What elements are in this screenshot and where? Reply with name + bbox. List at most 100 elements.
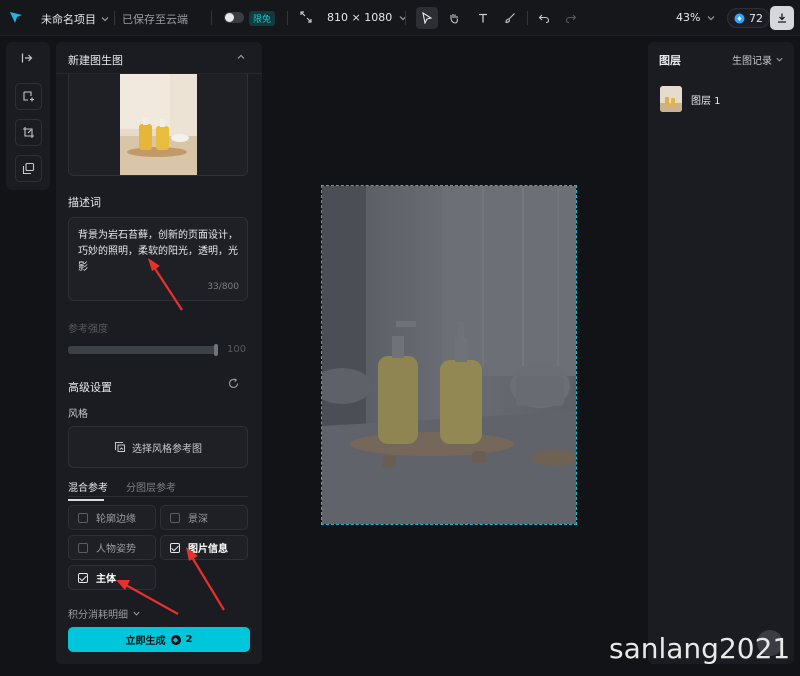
text-tool-button[interactable] [472, 7, 494, 29]
reference-image-thumbnail [120, 74, 197, 175]
option-subject[interactable]: 主体 [68, 565, 156, 590]
advanced-settings-label: 高级设置 [68, 381, 112, 394]
zoom-level: 43% [676, 11, 701, 24]
credits-count: 72 [749, 11, 763, 25]
layer-thumbnail [660, 86, 682, 112]
divider [68, 496, 248, 497]
image-select-icon [115, 442, 125, 452]
prompt-textarea[interactable]: 背景为岩石苔藓，创新的页面设计，巧妙的照明，柔软的阳光，透明，光影 33/800 [68, 217, 248, 301]
canvas-image-frame[interactable] [321, 185, 577, 525]
prompt-label: 描述词 [68, 196, 101, 209]
coin-icon [734, 13, 745, 23]
option-label: 人物姿势 [96, 544, 136, 555]
download-icon [778, 13, 786, 23]
checkbox[interactable] [170, 512, 180, 523]
brush-icon [505, 13, 515, 24]
redo-icon [565, 14, 577, 24]
redo-button[interactable] [560, 7, 582, 29]
canvas-image [322, 186, 576, 524]
cursor-arrow-icon [422, 12, 433, 24]
watermark: sanlang2021 [609, 632, 791, 665]
brush-tool-button[interactable] [499, 7, 521, 29]
reference-strength-slider[interactable] [68, 346, 218, 354]
option-label: 景深 [188, 514, 208, 525]
history-label: 生图记录 [732, 56, 772, 67]
divider [211, 11, 212, 25]
divider [114, 11, 115, 25]
option-contour-edge[interactable]: 轮廓边缘 [68, 505, 156, 530]
panel-title: 新建图生图 [68, 54, 123, 67]
generate-cost: 2 [185, 634, 193, 645]
select-style-reference-button[interactable]: 选择风格参考图 [68, 426, 248, 468]
coin-icon: ◆ [170, 634, 181, 645]
generate-button[interactable]: 立即生成 ◆ 2 [68, 627, 250, 652]
left-tool-rail [6, 42, 50, 190]
option-human-pose[interactable]: 人物姿势 [68, 535, 156, 560]
option-depth-of-field[interactable]: 景深 [160, 505, 248, 530]
canvas-size-dropdown[interactable]: 810 × 1080 [327, 11, 408, 24]
limited-free-badge: 限免 [249, 11, 276, 26]
reference-strength-label: 参考强度 [68, 324, 108, 335]
undo-button[interactable] [533, 7, 555, 29]
option-image-info[interactable]: 图片信息 [160, 535, 248, 560]
chevron-down-icon [101, 17, 109, 22]
app-logo-icon[interactable] [9, 10, 23, 24]
limited-free-toggle[interactable] [224, 12, 244, 23]
layers-title: 图层 [659, 54, 681, 67]
checkbox-checked[interactable] [170, 542, 180, 553]
extend-image-button[interactable] [15, 119, 42, 146]
layer-item[interactable]: 图层 1 [660, 86, 721, 112]
generate-label: 立即生成 [125, 636, 166, 647]
top-bar: 未命名项目 已保存至云端 限免 810 × 1080 43% 72 [0, 0, 800, 36]
layers-tool-button[interactable] [15, 155, 42, 182]
image-to-image-button[interactable] [15, 83, 42, 110]
style-label: 风格 [68, 409, 88, 420]
style-button-label: 选择风格参考图 [132, 443, 202, 455]
divider [405, 11, 406, 25]
undo-icon [538, 14, 550, 24]
project-name-dropdown[interactable]: 未命名项目 [41, 11, 110, 27]
expand-panel-icon[interactable] [21, 52, 33, 64]
checkbox[interactable] [78, 542, 88, 553]
save-status: 已保存至云端 [122, 13, 188, 26]
hand-icon [450, 14, 459, 24]
tab-layer-reference[interactable]: 分图层参考 [126, 479, 176, 501]
credit-cost-details-toggle[interactable]: 积分消耗明细 [68, 606, 141, 621]
checkbox[interactable] [78, 512, 88, 523]
download-button[interactable] [770, 6, 794, 30]
image-to-image-panel: 新建图生图 描述词 背景为岩石苔藓，创新的页面设计，巧妙的照明，柔软的阳光，透明… [56, 42, 262, 664]
cost-label: 积分消耗明细 [68, 610, 128, 621]
option-label: 主体 [96, 574, 116, 585]
divider [287, 11, 288, 25]
project-name: 未命名项目 [41, 13, 96, 26]
option-label: 图片信息 [188, 544, 228, 555]
option-label: 轮廓边缘 [96, 514, 136, 525]
text-icon [479, 13, 487, 23]
refresh-icon[interactable] [228, 378, 239, 389]
canvas-size: 810 × 1080 [327, 11, 393, 24]
generation-history-dropdown[interactable]: 生图记录 [732, 52, 784, 67]
chevron-down-icon [399, 15, 407, 20]
chevron-down-icon [708, 15, 715, 20]
divider [527, 11, 528, 25]
reference-strength-value: 100 [227, 344, 247, 355]
reference-image-box[interactable] [68, 74, 248, 176]
slider-handle[interactable] [214, 344, 218, 356]
resize-icon[interactable] [300, 11, 312, 23]
prompt-char-counter: 33/800 [207, 282, 239, 292]
crop-icon [23, 127, 34, 138]
select-tool-button[interactable] [416, 7, 438, 29]
chevron-up-icon[interactable] [236, 52, 246, 62]
checkbox-checked[interactable] [78, 572, 88, 583]
chevron-down-icon [776, 57, 783, 62]
reference-mode-tabs: 混合参考 分图层参考 [68, 479, 176, 501]
chevron-down-icon [133, 611, 140, 616]
zoom-dropdown[interactable]: 43% [676, 11, 716, 24]
layers-stack-icon [22, 162, 35, 175]
tab-mixed-reference[interactable]: 混合参考 [68, 479, 108, 501]
layers-panel: 图层 生图记录 图层 1 [648, 42, 794, 664]
prompt-text: 背景为岩石苔藓，创新的页面设计，巧妙的照明，柔软的阳光，透明，光影 [78, 230, 238, 273]
hand-tool-button[interactable] [443, 7, 465, 29]
image-add-icon [23, 91, 34, 102]
credits-badge[interactable]: 72 [727, 8, 770, 28]
